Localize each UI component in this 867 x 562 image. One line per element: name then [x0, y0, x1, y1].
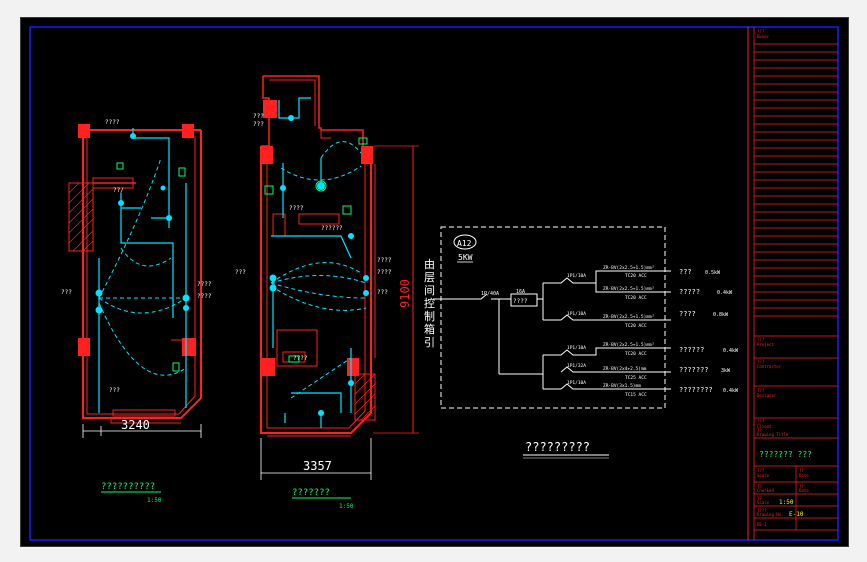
left-plan-dimension: 3240: [121, 418, 150, 432]
left-label-4: ????: [197, 281, 212, 288]
application-frame: 3240 ???? ??/ ??? ???? ???? ??? ????????…: [0, 0, 867, 562]
svg-text:TC20 ACC: TC20 ACC: [625, 295, 647, 301]
svg-text:0.4kW: 0.4kW: [723, 388, 739, 394]
tb-title-en: Drawing Title: [757, 432, 789, 437]
svg-text:TC20 ACC: TC20 ACC: [625, 273, 647, 279]
left-label-1: ????: [105, 119, 120, 126]
svg-text:????: ????: [679, 310, 696, 318]
left-label-2: ??/: [113, 187, 124, 194]
mid-label-1: ???: [253, 113, 264, 120]
svg-text:???: ???: [679, 268, 692, 276]
svg-text:??????: ??????: [679, 346, 704, 354]
circuit-row-1: 1P1/10A ZR-BV(2x2.5+1.5)mm² TC20 ACC ???…: [567, 265, 721, 279]
mid-label-5: ????: [377, 257, 392, 264]
meter-label: 16A: [516, 289, 525, 295]
middle-floor-plan: [260, 75, 419, 480]
title-block: [747, 27, 838, 540]
svg-text:????????: ????????: [679, 386, 713, 394]
tb-owner-en: Owner: [757, 34, 770, 39]
mid-label-3: ????: [289, 205, 304, 212]
tb-scale-en: Scale: [757, 473, 770, 478]
mid-label-6: ????: [377, 269, 392, 276]
mid-plan-dimension: 3357: [303, 459, 332, 473]
incoming-feed-char: 控: [424, 296, 435, 310]
svg-text:TC20 ACC: TC20 ACC: [625, 351, 647, 357]
left-label-5: ????: [197, 293, 212, 300]
svg-text:ZR-BV(2x2.5+1.5)mm²: ZR-BV(2x2.5+1.5)mm²: [603, 286, 654, 292]
svg-text:1P1/10A: 1P1/10A: [567, 380, 586, 386]
tb-designer-en: Designer: [757, 393, 777, 398]
svg-text:ZR-BV(2x2.5+1.5)mm²: ZR-BV(2x2.5+1.5)mm²: [603, 342, 654, 348]
tb-date-en: Date: [799, 473, 809, 478]
tb-drawingno-en: Drawing No.: [757, 512, 784, 517]
svg-text:TC20 ACC: TC20 ACC: [625, 323, 647, 329]
incoming-feed-char: 箱: [424, 322, 435, 336]
left-label-3: ???: [61, 289, 72, 296]
mid-label-8: ??????: [321, 225, 343, 232]
incoming-feed-char: 间: [424, 284, 435, 297]
left-plan-title: ??????????: [101, 482, 155, 492]
tb-contractor-en: Contractor: [757, 364, 782, 369]
cad-drawing-canvas[interactable]: 3240 ???? ??/ ??? ???? ???? ??? ????????…: [20, 17, 849, 547]
tb-drawing-title: ??????? ???: [759, 450, 812, 459]
svg-text:???????: ???????: [679, 366, 709, 374]
tb-scale-value: 1:50: [779, 499, 794, 506]
svg-text:0.4kW: 0.4kW: [723, 348, 739, 354]
svg-text:1P1/10A: 1P1/10A: [567, 345, 586, 351]
system-diagram-title: ?????????: [525, 440, 590, 454]
mid-plan-title: ???????: [292, 488, 330, 498]
svg-text:ZR-BV(3x1.5)mm: ZR-BV(3x1.5)mm: [603, 383, 641, 389]
svg-text:3kW: 3kW: [721, 368, 731, 374]
panel-power: 5KW: [458, 253, 473, 262]
svg-text:TC15 ACC: TC15 ACC: [625, 392, 647, 398]
mid-label-4: ???: [235, 269, 246, 276]
mid-plan-scale: 1:50: [339, 503, 354, 510]
incoming-feed-char: 制: [424, 310, 435, 323]
svg-text:TC25 ACC: TC25 ACC: [625, 375, 647, 381]
svg-text:ZR-BV(2x2.5+1.5)mm²: ZR-BV(2x2.5+1.5)mm²: [603, 265, 654, 271]
tb-drawing-no: E-10: [789, 511, 804, 518]
tb-project-en: Project: [757, 342, 774, 347]
svg-text:?????: ?????: [679, 288, 700, 296]
svg-text:1P1/10A: 1P1/10A: [567, 273, 586, 279]
left-plan-scale: 1:50: [147, 497, 162, 504]
panel-id: A12: [457, 239, 472, 248]
svg-text:ZR-BV(2x2.5+1.5)mm²: ZR-BV(2x2.5+1.5)mm²: [603, 314, 654, 320]
incoming-feed-label: 由 层 间 控 制 箱 引: [424, 257, 435, 349]
svg-text:ZR-BV(2x4+2.5)mm: ZR-BV(2x4+2.5)mm: [603, 366, 647, 372]
tb-date2-en: Date: [799, 488, 809, 493]
drawing-svg: 3240 ???? ??/ ??? ???? ???? ??? ????????…: [29, 26, 839, 541]
tb-scale2-en: Scale: [757, 500, 770, 505]
mid-label-7: ???: [377, 289, 388, 296]
mid-plan-vertical-dimension: 9100: [398, 279, 412, 308]
mid-label-2: ???: [253, 121, 264, 128]
left-floor-plan: [68, 124, 202, 438]
incoming-feed-char: 由: [424, 257, 435, 271]
incoming-feed-char: 层: [424, 271, 435, 284]
incoming-feed-char: 引: [424, 335, 435, 349]
svg-text:0.4kW: 0.4kW: [717, 290, 733, 296]
main-breaker-label: 1P/40A: [481, 291, 499, 297]
tb-checked-en: Checked: [757, 488, 774, 493]
svg-text:1P1/10A: 1P1/10A: [567, 311, 586, 317]
svg-text:0.5kW: 0.5kW: [705, 270, 721, 276]
mid-label-9: ????: [293, 355, 308, 362]
tb-sheet: DE-1: [757, 522, 767, 527]
left-label-6: ???: [109, 387, 120, 394]
svg-text:1P1/32A: 1P1/32A: [567, 363, 586, 369]
svg-text:0.8kW: 0.8kW: [713, 312, 729, 318]
meter-box-text: ????: [513, 298, 528, 305]
circuit-row-2: ZR-BV(2x2.5+1.5)mm² TC20 ACC ????? 0.4kW: [603, 286, 733, 301]
